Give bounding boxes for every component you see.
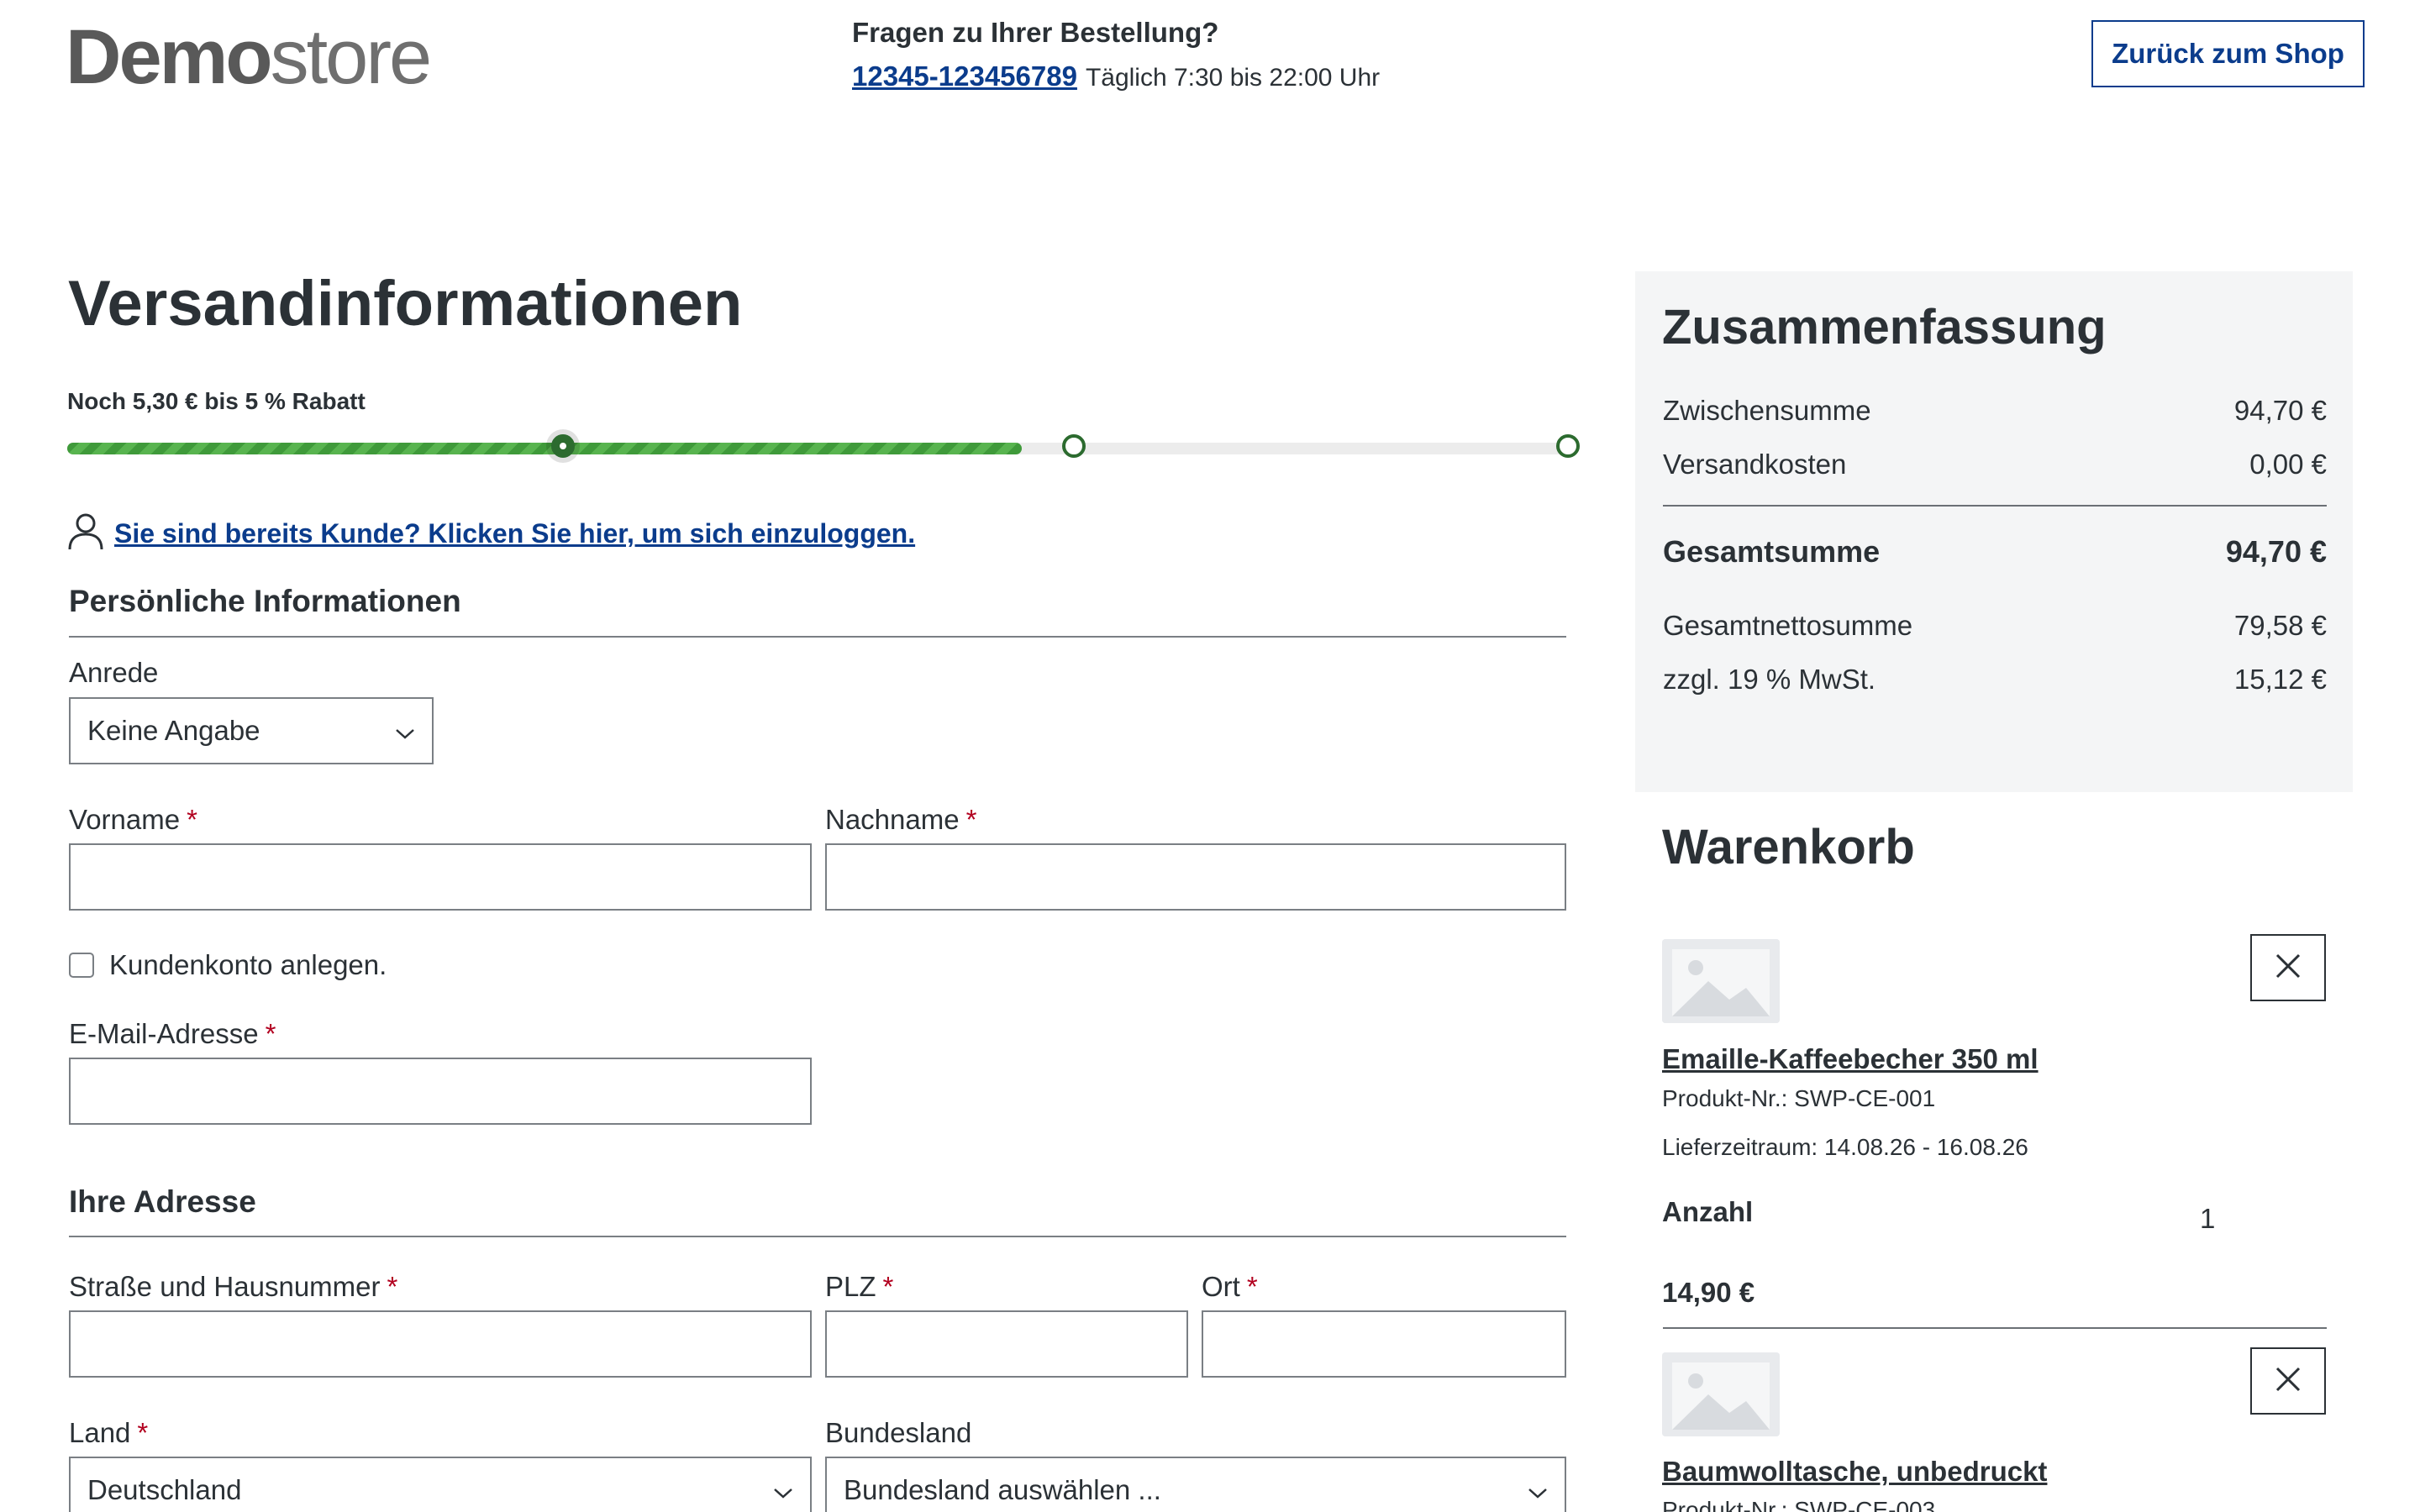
progress-fill <box>67 443 1023 454</box>
progress-milestone-1 <box>551 434 575 458</box>
total-label: Gesamtsumme <box>1663 534 1881 569</box>
logo-light-text: store <box>270 14 433 100</box>
street-field[interactable] <box>69 1310 812 1378</box>
create-account-label: Kundenkonto anlegen. <box>109 949 387 980</box>
total-row: Gesamtsumme 94,70 € <box>1663 534 2327 570</box>
login-prompt: Sie sind bereits Kunde? Klicken Sie hier… <box>67 512 915 555</box>
help-contact: Fragen zu Ihrer Bestellung? 12345-123456… <box>852 17 1380 92</box>
quantity-label: Anzahl <box>1662 1196 1754 1227</box>
help-line: 12345-123456789 Täglich 7:30 bis 22:00 Uh… <box>852 60 1380 92</box>
zip-field[interactable] <box>825 1310 1188 1378</box>
subtotal-value: 94,70 € <box>2233 395 2327 426</box>
net-total-row: Gesamtnettosumme 79,58 € <box>1663 610 2327 642</box>
create-account-option[interactable]: Kundenkonto anlegen. <box>69 949 387 981</box>
progress-milestone-2 <box>1062 434 1086 458</box>
net-total-label: Gesamtnettosumme <box>1663 610 1913 641</box>
back-to-shop-button[interactable]: Zurück zum Shop <box>2091 20 2365 87</box>
summary-title: Zusammenfassung <box>1662 300 2107 354</box>
country-value: Deutschland <box>87 1474 242 1505</box>
shipping-label: Versandkosten <box>1663 449 1847 480</box>
product-image-placeholder-icon[interactable] <box>1662 1352 1780 1436</box>
remove-item-button[interactable] <box>2250 934 2326 1001</box>
help-title: Fragen zu Ihrer Bestellung? <box>852 17 1219 48</box>
help-hours: Täglich 7:30 bis 22:00 Uhr <box>1085 64 1381 92</box>
city-field[interactable] <box>1202 1310 1566 1378</box>
page-title: Versandinformationen <box>68 268 743 339</box>
shipping-row: Versandkosten 0,00 € <box>1663 449 2327 480</box>
product-sku: Produkt-Nr.: SWP-CE-001 <box>1662 1085 1936 1111</box>
shipping-value: 0,00 € <box>2249 449 2327 480</box>
product-price: 14,90 € <box>1662 1277 1755 1308</box>
phone-link[interactable]: 12345-123456789 <box>852 60 1077 92</box>
product-sku: Produkt-Nr.: SWP-CE-003 <box>1662 1497 1936 1512</box>
close-icon <box>2275 1366 2302 1397</box>
personal-info-heading: Persönliche Informationen <box>69 584 461 618</box>
firstname-label: Vorname * <box>69 804 197 835</box>
login-link[interactable]: Sie sind bereits Kunde? Klicken Sie hier… <box>114 518 915 549</box>
salutation-label: Anrede <box>69 657 159 688</box>
net-total-value: 79,58 € <box>2233 610 2327 641</box>
lastname-field[interactable] <box>825 843 1566 911</box>
state-select[interactable]: Bundesland auswählen ... <box>825 1457 1566 1512</box>
logo-bold-text: Demo <box>66 14 273 100</box>
country-label: Land * <box>69 1417 149 1448</box>
tax-value: 15,12 € <box>2233 664 2327 695</box>
chevron-down-icon <box>395 715 415 747</box>
state-value: Bundesland auswählen ... <box>844 1474 1161 1505</box>
summary-divider <box>1663 505 2327 507</box>
create-account-checkbox[interactable] <box>69 953 94 978</box>
discount-progress-label: Noch 5,30 € bis 5 % Rabatt <box>67 388 366 414</box>
discount-progress-bar <box>67 443 1578 454</box>
tax-row: zzgl. 19 % MwSt. 15,12 € <box>1663 664 2327 696</box>
store-logo[interactable]: Demostore <box>66 18 432 96</box>
subtotal-label: Zwischensumme <box>1663 395 1871 426</box>
salutation-value: Keine Angabe <box>87 715 260 746</box>
section-divider <box>69 636 1566 638</box>
chevron-down-icon <box>1528 1474 1548 1506</box>
salutation-select[interactable]: Keine Angabe <box>69 697 434 764</box>
quantity-value[interactable]: 1 <box>2200 1203 2215 1235</box>
close-icon <box>2275 953 2302 984</box>
product-name-link[interactable]: Emaille-Kaffeebecher 350 ml <box>1662 1043 2039 1075</box>
product-name-link[interactable]: Baumwolltasche, unbedruckt <box>1662 1456 2047 1488</box>
lastname-label: Nachname * <box>825 804 977 835</box>
subtotal-row: Zwischensumme 94,70 € <box>1663 395 2327 427</box>
chevron-down-icon <box>773 1474 793 1506</box>
user-icon <box>67 512 104 555</box>
section-divider <box>69 1236 1566 1237</box>
remove-item-button[interactable] <box>2250 1347 2326 1415</box>
country-select[interactable]: Deutschland <box>69 1457 812 1512</box>
total-value: 94,70 € <box>2225 534 2327 569</box>
product-delivery-time: Lieferzeitraum: 14.08.26 - 16.08.26 <box>1662 1134 2028 1160</box>
tax-label: zzgl. 19 % MwSt. <box>1663 664 1876 695</box>
zip-label: PLZ * <box>825 1271 894 1302</box>
cart-item-divider <box>1663 1327 2327 1329</box>
product-image-placeholder-icon[interactable] <box>1662 939 1780 1023</box>
email-label: E-Mail-Adresse * <box>69 1018 276 1049</box>
state-label: Bundesland <box>825 1417 972 1448</box>
firstname-field[interactable] <box>69 843 812 911</box>
street-label: Straße und Hausnummer * <box>69 1271 398 1302</box>
progress-milestone-3 <box>1556 434 1580 458</box>
email-field[interactable] <box>69 1058 812 1125</box>
city-label: Ort * <box>1202 1271 1258 1302</box>
address-heading: Ihre Adresse <box>69 1184 256 1219</box>
cart-title: Warenkorb <box>1662 820 1915 874</box>
